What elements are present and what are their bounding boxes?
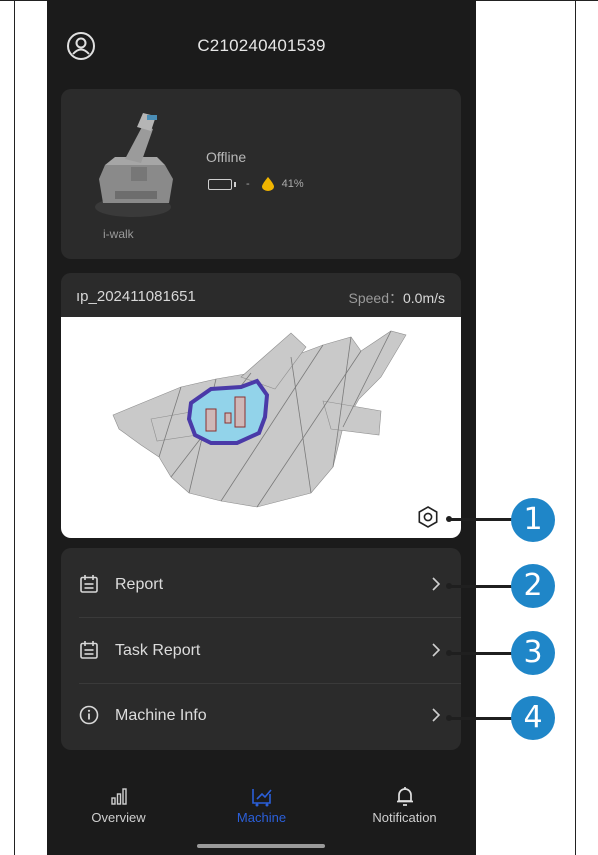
speed-value: 0.0m/s	[402, 290, 445, 306]
menu-item-label: Machine Info	[115, 707, 207, 724]
callout-badge-1: 1	[511, 498, 555, 542]
water-level-value: 41%	[281, 178, 304, 190]
nav-label: Notification	[372, 810, 437, 825]
battery-tip	[234, 181, 236, 187]
calendar-icon	[80, 575, 98, 593]
map-header: ıp_202411081651 Speed：0.0m/s	[61, 273, 461, 317]
menu-item-label: Report	[115, 576, 164, 593]
nav-notification[interactable]: Notification	[333, 768, 476, 838]
callout-line	[449, 717, 517, 720]
phone-screen: C210240401539 i-walk Offline - 41% ıp_20…	[47, 0, 476, 855]
map-drawing	[112, 330, 407, 508]
frame-left-line	[14, 0, 15, 855]
calendar-icon	[80, 641, 98, 659]
menu-item-report[interactable]: Report	[61, 553, 461, 617]
nav-machine[interactable]: Machine	[190, 768, 333, 838]
frame-right-line	[575, 0, 576, 855]
connection-status: Offline	[206, 149, 247, 165]
callout-line	[449, 652, 517, 655]
callout-line	[449, 585, 517, 588]
home-indicator	[197, 844, 325, 848]
water-drop-icon	[261, 177, 274, 191]
robot-levels: - 41%	[208, 177, 304, 191]
robot-status-card[interactable]: i-walk Offline - 41%	[61, 89, 461, 259]
chevron-right-icon	[432, 643, 441, 657]
nav-overview[interactable]: Overview	[47, 768, 190, 838]
callout-badge-3: 3	[511, 631, 555, 675]
menu-card: Report Task Report Machine Info	[61, 548, 461, 750]
map-view[interactable]	[61, 317, 461, 538]
battery-value: -	[246, 178, 250, 190]
robot-image	[95, 113, 173, 217]
robot-name: i-walk	[103, 227, 134, 241]
chevron-right-icon	[432, 577, 441, 591]
menu-item-machine-info[interactable]: Machine Info	[61, 684, 461, 748]
map-name: ıp_202411081651	[76, 288, 196, 305]
callout-badge-4: 4	[511, 696, 555, 740]
top-bar: C210240401539	[47, 0, 476, 90]
menu-item-task-report[interactable]: Task Report	[61, 619, 461, 683]
map-card: ıp_202411081651 Speed：0.0m/s	[61, 273, 461, 538]
callout-badge-2: 2	[511, 564, 555, 608]
menu-item-label: Task Report	[115, 642, 201, 659]
bottom-nav: Overview Machine Notification	[47, 768, 476, 855]
bell-icon	[397, 787, 413, 806]
menu-divider	[79, 617, 461, 618]
speed-label: Speed：	[348, 290, 403, 306]
nav-label: Overview	[91, 810, 146, 825]
bar-chart-icon	[111, 788, 127, 805]
chevron-right-icon	[432, 708, 441, 722]
device-id-title: C210240401539	[197, 36, 326, 55]
nav-label: Machine	[236, 810, 287, 825]
battery-icon	[208, 178, 232, 190]
info-icon	[79, 705, 99, 725]
map-settings-icon[interactable]	[417, 506, 439, 528]
machine-icon	[252, 789, 272, 807]
callout-line	[449, 518, 517, 521]
speed-readout: Speed：0.0m/s	[349, 288, 446, 308]
